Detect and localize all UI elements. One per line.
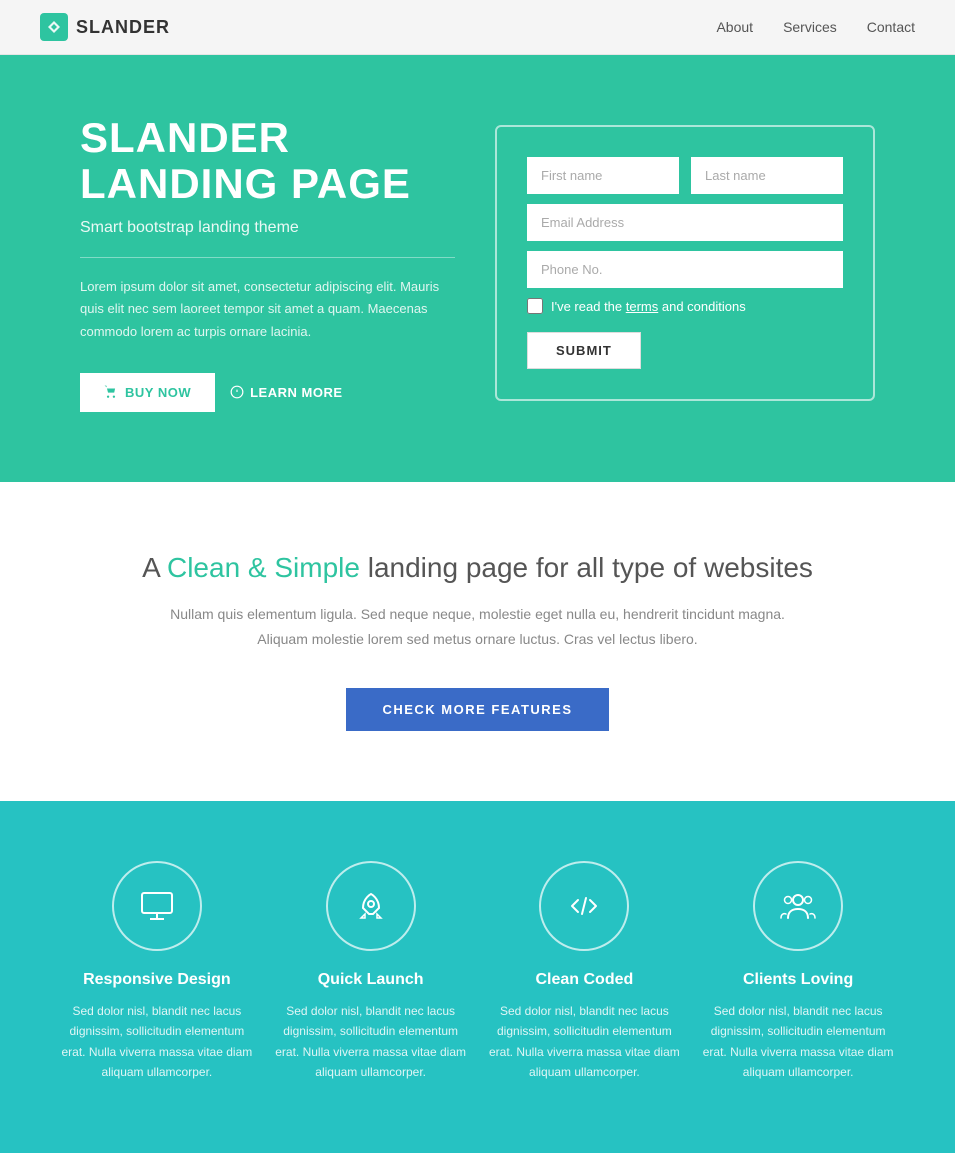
terms-text: I've read the terms and conditions: [551, 299, 746, 314]
middle-section: A Clean & Simple landing page for all ty…: [0, 482, 955, 801]
buy-now-label: BUY NOW: [125, 385, 191, 400]
hero-content: SLANDERLANDING PAGE Smart bootstrap land…: [80, 115, 455, 412]
last-name-group: [691, 157, 843, 194]
rocket-icon: [351, 886, 391, 926]
nav-services[interactable]: Services: [783, 19, 837, 35]
name-row: [527, 157, 843, 194]
hero-section: SLANDERLANDING PAGE Smart bootstrap land…: [0, 55, 955, 482]
feature-clients-desc: Sed dolor nisl, blandit nec lacus dignis…: [701, 1001, 895, 1083]
first-name-input[interactable]: [527, 157, 679, 194]
check-features-button[interactable]: CHECK MORE FEATURES: [346, 688, 608, 731]
terms-link[interactable]: terms: [626, 299, 659, 314]
nav-links: About Services Contact: [716, 19, 915, 35]
phone-group: [527, 251, 843, 288]
feature-quick-launch-title: Quick Launch: [274, 971, 468, 989]
brand-logo: SLANDER: [40, 13, 170, 41]
navbar: SLANDER About Services Contact: [0, 0, 955, 55]
feature-quick-launch-desc: Sed dolor nisl, blandit nec lacus dignis…: [274, 1001, 468, 1083]
feature-responsive-desc: Sed dolor nisl, blandit nec lacus dignis…: [60, 1001, 254, 1083]
middle-title-accent: Clean & Simple: [167, 552, 360, 583]
brand-icon: [40, 13, 68, 41]
feature-quick-launch: Quick Launch Sed dolor nisl, blandit nec…: [274, 861, 468, 1083]
last-name-input[interactable]: [691, 157, 843, 194]
learn-more-button[interactable]: LEARN MORE: [230, 385, 342, 400]
submit-button[interactable]: SUBMIT: [527, 332, 641, 369]
middle-description: Nullam quis elementum ligula. Sed neque …: [100, 602, 855, 652]
signup-form: I've read the terms and conditions SUBMI…: [495, 125, 875, 401]
feature-clean-coded-desc: Sed dolor nisl, blandit nec lacus dignis…: [488, 1001, 682, 1083]
hero-divider: [80, 257, 455, 258]
hero-description: Lorem ipsum dolor sit amet, consectetur …: [80, 276, 455, 342]
terms-row: I've read the terms and conditions: [527, 298, 843, 314]
hero-buttons: BUY NOW LEARN MORE: [80, 373, 455, 412]
clients-icon-circle: [753, 861, 843, 951]
quick-launch-icon-circle: [326, 861, 416, 951]
feature-clean-coded: Clean Coded Sed dolor nisl, blandit nec …: [488, 861, 682, 1083]
buy-now-button[interactable]: BUY NOW: [80, 373, 215, 412]
email-input[interactable]: [527, 204, 843, 241]
monitor-icon: [137, 886, 177, 926]
feature-clean-coded-title: Clean Coded: [488, 971, 682, 989]
clean-coded-icon-circle: [539, 861, 629, 951]
hero-subtitle: Smart bootstrap landing theme: [80, 219, 455, 237]
feature-clients: Clients Loving Sed dolor nisl, blandit n…: [701, 861, 895, 1083]
phone-input[interactable]: [527, 251, 843, 288]
cart-icon: [104, 385, 118, 399]
code-icon: [564, 886, 604, 926]
info-icon: [230, 385, 244, 399]
feature-responsive-title: Responsive Design: [60, 971, 254, 989]
feature-clients-title: Clients Loving: [701, 971, 895, 989]
brand-name: SLANDER: [76, 17, 170, 38]
first-name-group: [527, 157, 679, 194]
email-group: [527, 204, 843, 241]
learn-more-label: LEARN MORE: [250, 385, 342, 400]
responsive-icon-circle: [112, 861, 202, 951]
feature-responsive: Responsive Design Sed dolor nisl, blandi…: [60, 861, 254, 1083]
nav-about[interactable]: About: [716, 19, 753, 35]
middle-title: A Clean & Simple landing page for all ty…: [100, 552, 855, 584]
features-section: Responsive Design Sed dolor nisl, blandi…: [0, 801, 955, 1153]
terms-checkbox[interactable]: [527, 298, 543, 314]
hero-title: SLANDERLANDING PAGE: [80, 115, 455, 207]
nav-contact[interactable]: Contact: [867, 19, 915, 35]
users-icon: [778, 886, 818, 926]
